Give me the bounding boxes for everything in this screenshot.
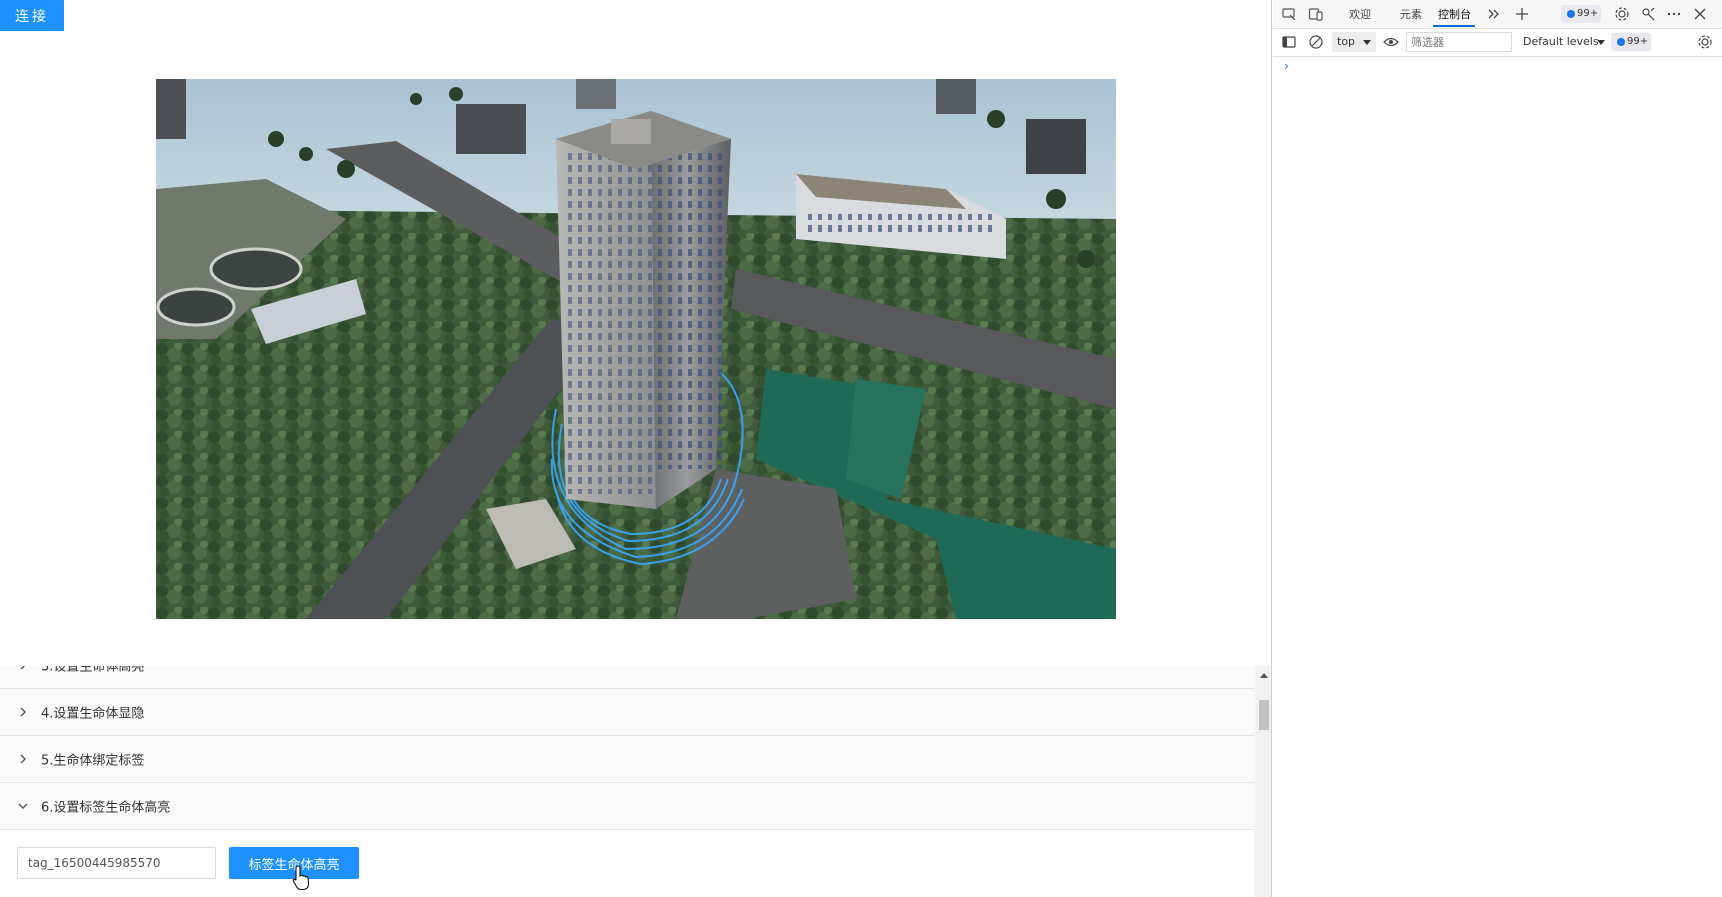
sidebar-icon[interactable] (1281, 34, 1297, 50)
eye-icon[interactable] (1383, 34, 1399, 50)
vertical-scrollbar[interactable] (1256, 666, 1271, 897)
accordion-item-label: 5.生命体绑定标签 (41, 753, 145, 769)
accordion-item-5[interactable]: 5.生命体绑定标签 (0, 736, 1254, 783)
accordion-item-4[interactable]: 4.设置生命体显隐 (0, 689, 1254, 736)
accordion-item-label: 3.设置生命体高亮 (41, 666, 145, 675)
inspect-device-icon[interactable] (1281, 6, 1297, 22)
settings-icon[interactable] (1614, 6, 1630, 22)
accordion-item-3[interactable]: 3.设置生命体高亮 (0, 666, 1254, 689)
close-icon[interactable] (1692, 6, 1708, 22)
context-select[interactable]: top (1332, 32, 1376, 52)
accordion-item-label: 6.设置标签生命体高亮 (41, 800, 171, 816)
scrollbar-thumb[interactable] (1259, 700, 1269, 730)
scroll-up-arrow-icon[interactable] (1260, 673, 1268, 678)
console-toolbar: top Default levels 99+ (1273, 29, 1722, 57)
tag-input[interactable] (17, 847, 216, 879)
log-levels-select[interactable]: Default levels (1523, 35, 1599, 48)
device-icon[interactable] (1308, 6, 1324, 22)
tab-console[interactable]: 控制台 (1438, 6, 1471, 22)
dropdown-arrow-icon (1363, 40, 1371, 45)
tab-elements[interactable]: 元素 (1400, 6, 1422, 22)
add-tab-icon[interactable] (1514, 6, 1530, 22)
devtools-panel: 欢迎 元素 控制台 99+ top Default levels 99+ › (1273, 0, 1722, 897)
devtools-tab-bar: 欢迎 元素 控制台 99+ (1273, 0, 1722, 29)
console-prompt[interactable]: › (1284, 59, 1289, 73)
accordion-item-label: 4.设置生命体显隐 (41, 706, 145, 722)
accordion-scroll-area: 3.设置生命体高亮 4.设置生命体显隐 5.生命体绑定标签 6.设置标签生命体高… (0, 666, 1254, 897)
customize-icon[interactable] (1640, 6, 1656, 22)
3d-scene-viewport[interactable] (156, 79, 1116, 619)
context-select-value: top (1337, 35, 1356, 48)
pointer-cursor-icon (292, 865, 310, 891)
connect-button[interactable]: 连接 (0, 0, 64, 31)
active-tab-indicator (1433, 25, 1475, 27)
accordion-item-6[interactable]: 6.设置标签生命体高亮 (0, 783, 1254, 830)
messages-badge[interactable]: 99+ (1611, 33, 1651, 51)
clear-icon[interactable] (1308, 34, 1324, 50)
issues-count: 99+ (1577, 8, 1599, 19)
message-icon (1567, 10, 1575, 18)
city-scene-image (156, 79, 1116, 619)
chevron-right-icon (20, 754, 26, 764)
tab-welcome[interactable]: 欢迎 (1349, 6, 1371, 22)
more-tabs-icon[interactable] (1486, 6, 1502, 22)
accordion-panel: 3.设置生命体高亮 4.设置生命体显隐 5.生命体绑定标签 6.设置标签生命体高… (0, 666, 1271, 897)
chevron-down-icon (18, 803, 28, 809)
chevron-right-icon (20, 666, 25, 670)
app-page: 连接 3.设置生命体高亮 4.设置生命体显隐 5.生命体绑定标签 6.设置标签生… (0, 0, 1272, 897)
dropdown-arrow-icon (1597, 40, 1605, 45)
console-settings-icon[interactable] (1697, 34, 1713, 50)
issues-badge[interactable]: 99+ (1561, 5, 1601, 23)
message-icon (1617, 38, 1625, 46)
chevron-right-icon (20, 707, 26, 717)
console-filter-input[interactable] (1406, 32, 1512, 52)
messages-count: 99+ (1627, 36, 1649, 47)
more-icon[interactable] (1666, 6, 1682, 22)
